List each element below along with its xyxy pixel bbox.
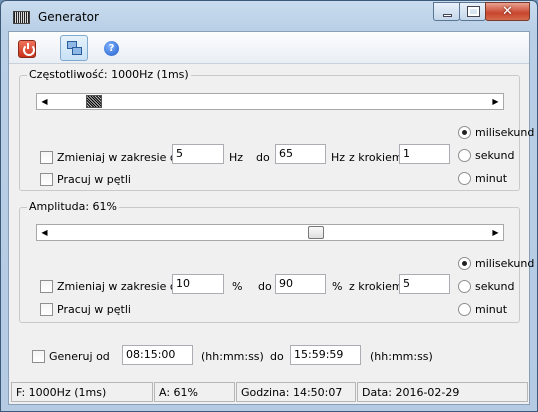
- amplitude-to-label: do: [258, 280, 272, 293]
- generate-from-hint: (hh:mm:ss): [201, 350, 264, 363]
- frequency-loop-checkbox[interactable]: [40, 173, 53, 186]
- amplitude-step-label: z krokiem: [349, 280, 403, 293]
- frequency-group: Częstotliwość: 1000Hz (1ms) ◀ ▶ miliseku…: [19, 68, 534, 191]
- frequency-slider[interactable]: ◀ ▶: [36, 93, 504, 110]
- amplitude-loop-checkbox[interactable]: [40, 303, 53, 316]
- close-button[interactable]: ✕: [485, 2, 530, 21]
- frequency-unit-ms-radio[interactable]: [458, 126, 471, 139]
- frequency-unit-s-label: sekund: [475, 149, 515, 162]
- frequency-to-field[interactable]: 65: [275, 144, 326, 164]
- amplitude-from-field[interactable]: 10: [172, 274, 224, 294]
- help-button[interactable]: ?: [97, 35, 125, 61]
- generate-from-field[interactable]: 08:15:00: [122, 345, 193, 365]
- frequency-unit-ms-label: milisekund: [475, 126, 535, 139]
- amplitude-unit-ms-radio[interactable]: [458, 257, 471, 270]
- amplitude-loop-label: Pracuj w pętli: [57, 303, 131, 316]
- frequency-from-unit: Hz: [229, 151, 244, 164]
- amplitude-slider-thumb[interactable]: [308, 226, 325, 239]
- generate-to-label: do: [270, 350, 284, 363]
- generate-label: Generuj od: [49, 350, 110, 363]
- minimize-button[interactable]: [433, 2, 460, 21]
- generate-to-hint: (hh:mm:ss): [370, 350, 433, 363]
- amplitude-unit-min-label: minut: [475, 303, 508, 316]
- amplitude-slider[interactable]: ◀ ▶: [36, 224, 504, 241]
- amplitude-from-unit: %: [232, 280, 243, 293]
- windows-button[interactable]: [60, 35, 88, 61]
- power-button[interactable]: [12, 35, 40, 61]
- frequency-unit-min-label: minut: [475, 172, 508, 185]
- status-frequency: F: 1000Hz (1ms): [11, 382, 153, 402]
- amplitude-to-unit: %: [332, 280, 343, 293]
- amplitude-unit-s-radio[interactable]: [458, 280, 471, 293]
- frequency-title: Częstotliwość: 1000Hz (1ms): [27, 68, 191, 81]
- slider-right-arrow-icon[interactable]: ▶: [488, 94, 503, 109]
- amplitude-range-checkbox[interactable]: [40, 280, 53, 293]
- status-bar: F: 1000Hz (1ms) A: 61% Godzina: 14:50:07…: [9, 381, 529, 405]
- slider-left-arrow-icon[interactable]: ◀: [37, 94, 52, 109]
- status-amplitude: A: 61%: [154, 382, 235, 402]
- windows-icon: [67, 41, 83, 57]
- frequency-unit-s-radio[interactable]: [458, 149, 471, 162]
- frequency-to-label: do: [256, 151, 270, 164]
- frequency-loop-label: Pracuj w pętli: [57, 173, 131, 186]
- amplitude-unit-min-radio[interactable]: [458, 303, 471, 316]
- window-title: Generator: [38, 10, 99, 24]
- frequency-unit-min-radio[interactable]: [458, 172, 471, 185]
- status-time: Godzina: 14:50:07: [236, 382, 356, 402]
- toolbar: ?: [9, 32, 529, 64]
- slider-right-arrow-icon[interactable]: ▶: [488, 225, 503, 240]
- frequency-step-label: z krokiem: [349, 151, 403, 164]
- frequency-range-checkbox[interactable]: [40, 151, 53, 164]
- frequency-step-field[interactable]: 1: [399, 144, 450, 164]
- maximize-icon: [467, 6, 480, 17]
- frequency-range-label: Zmieniaj w zakresie od: [57, 151, 184, 164]
- amplitude-step-field[interactable]: 5: [399, 274, 450, 294]
- slider-left-arrow-icon[interactable]: ◀: [37, 225, 52, 240]
- app-icon: [13, 11, 30, 24]
- amplitude-unit-s-label: sekund: [475, 280, 515, 293]
- frequency-to-unit: Hz: [331, 151, 346, 164]
- amplitude-unit-ms-label: milisekund: [475, 257, 535, 270]
- title-bar[interactable]: Generator ✕: [1, 1, 537, 31]
- generate-to-field[interactable]: 15:59:59: [290, 345, 361, 365]
- power-icon: [18, 40, 36, 58]
- amplitude-to-field[interactable]: 90: [275, 274, 326, 294]
- client-area: ? Częstotliwość: 1000Hz (1ms) ◀ ▶ milise…: [8, 31, 534, 405]
- minimize-icon: [443, 14, 452, 17]
- app-window: Generator ✕ ? Częstotliwość: 1000Hz (1ms…: [0, 0, 538, 412]
- status-date: Data: 2016-02-29: [357, 382, 528, 402]
- frequency-slider-thumb[interactable]: [85, 95, 102, 108]
- amplitude-range-label: Zmieniaj w zakresie od: [57, 280, 184, 293]
- frequency-from-field[interactable]: 5: [172, 144, 224, 164]
- amplitude-title: Amplituda: 61%: [27, 200, 119, 213]
- amplitude-group: Amplituda: 61% ◀ ▶ milisekund Zmieniaj w…: [19, 200, 534, 323]
- help-icon: ?: [104, 41, 119, 56]
- generate-checkbox[interactable]: [32, 350, 45, 363]
- maximize-button[interactable]: [459, 2, 486, 21]
- close-icon: ✕: [502, 4, 513, 19]
- caption-buttons: ✕: [433, 2, 530, 21]
